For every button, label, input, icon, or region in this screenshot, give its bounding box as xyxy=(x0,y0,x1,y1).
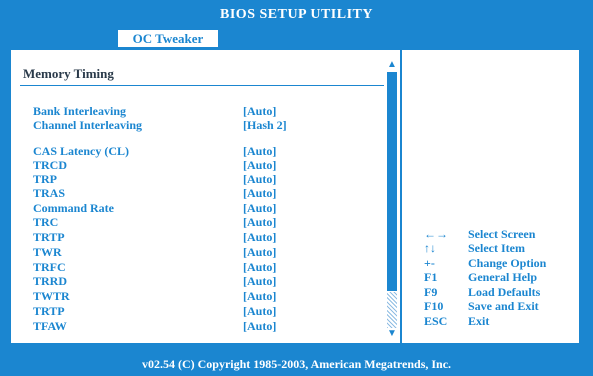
setting-value[interactable]: [Auto] xyxy=(243,304,276,318)
setting-value[interactable]: [Auto] xyxy=(243,245,276,259)
help-desc: Change Option xyxy=(468,256,547,270)
setting-label: TRAS xyxy=(33,186,66,200)
setting-value[interactable]: [Auto] xyxy=(243,158,276,172)
section-title: Memory Timing xyxy=(23,66,114,81)
help-key: ↑↓ xyxy=(424,241,436,255)
help-desc: Save and Exit xyxy=(468,299,539,313)
setting-label: Power Down Enable xyxy=(33,90,138,104)
help-key: ESC xyxy=(424,314,448,328)
setting-label: TRRD xyxy=(33,274,68,288)
setting-value[interactable]: [Auto] xyxy=(243,104,276,118)
setting-value[interactable]: [Auto] xyxy=(243,172,276,186)
setting-value[interactable]: [Auto] xyxy=(243,289,276,303)
help-key: F1 xyxy=(424,270,438,284)
setting-value[interactable]: [Auto] xyxy=(243,319,276,333)
setting-label: TRTP xyxy=(33,230,65,244)
title-bar: BIOS SETUP UTILITY xyxy=(0,0,593,30)
tab-oc-tweaker[interactable]: OC Tweaker xyxy=(118,30,218,47)
setting-label: TWR xyxy=(33,245,62,259)
scroll-thumb[interactable] xyxy=(387,72,397,291)
setting-value[interactable]: [Auto] xyxy=(243,215,276,229)
setting-value[interactable]: [Auto] xyxy=(243,201,276,215)
setting-label: Command Rate xyxy=(33,201,114,215)
setting-value[interactable]: [Auto] xyxy=(243,260,276,274)
help-key: +- xyxy=(424,256,435,270)
setting-label: Channel Interleaving xyxy=(33,118,143,132)
help-desc: General Help xyxy=(468,270,537,284)
utility-title: BIOS SETUP UTILITY xyxy=(220,7,373,22)
pane-divider xyxy=(400,50,402,343)
copyright-text: v02.54 (C) Copyright 1985-2003, American… xyxy=(141,357,452,371)
help-key: F10 xyxy=(424,299,444,313)
setting-value[interactable]: [Auto] xyxy=(243,274,276,288)
setting-label: TWTR xyxy=(33,289,70,303)
setting-label: TRFC xyxy=(33,260,66,274)
copyright-footer: v02.54 (C) Copyright 1985-2003, American… xyxy=(0,352,593,374)
scroll-up-arrow-icon[interactable]: ▲ xyxy=(386,60,398,70)
setting-value[interactable]: [Auto] xyxy=(243,230,276,244)
setting-label: TRP xyxy=(33,172,57,186)
help-desc: Select Item xyxy=(468,241,525,255)
scrollbar[interactable]: ▲ ▼ xyxy=(386,60,398,339)
setting-label: CAS Latency (CL) xyxy=(33,144,129,158)
section-rule xyxy=(20,85,384,86)
help-desc: Exit xyxy=(468,314,490,328)
setting-value[interactable]: [Hash 2] xyxy=(243,118,287,132)
setting-value[interactable]: [Auto] xyxy=(243,144,276,158)
help-key: ←→ xyxy=(424,227,448,241)
setting-label: TRCD xyxy=(33,158,68,172)
setting-label: TRC xyxy=(33,215,59,229)
setting-label: TRTP xyxy=(33,304,65,318)
help-key: F9 xyxy=(424,285,438,299)
setting-label: Bank Interleaving xyxy=(33,104,127,118)
scroll-down-arrow-icon[interactable]: ▼ xyxy=(386,329,398,339)
setting-value[interactable]: [Auto] xyxy=(243,186,276,200)
scroll-track[interactable] xyxy=(387,292,397,328)
setting-value[interactable]: [Disabled] xyxy=(243,90,296,104)
help-desc: Select Screen xyxy=(468,227,536,241)
help-desc: Load Defaults xyxy=(468,285,541,299)
tab-strip: OC Tweaker xyxy=(0,30,593,47)
setting-label: TFAW xyxy=(33,319,67,333)
